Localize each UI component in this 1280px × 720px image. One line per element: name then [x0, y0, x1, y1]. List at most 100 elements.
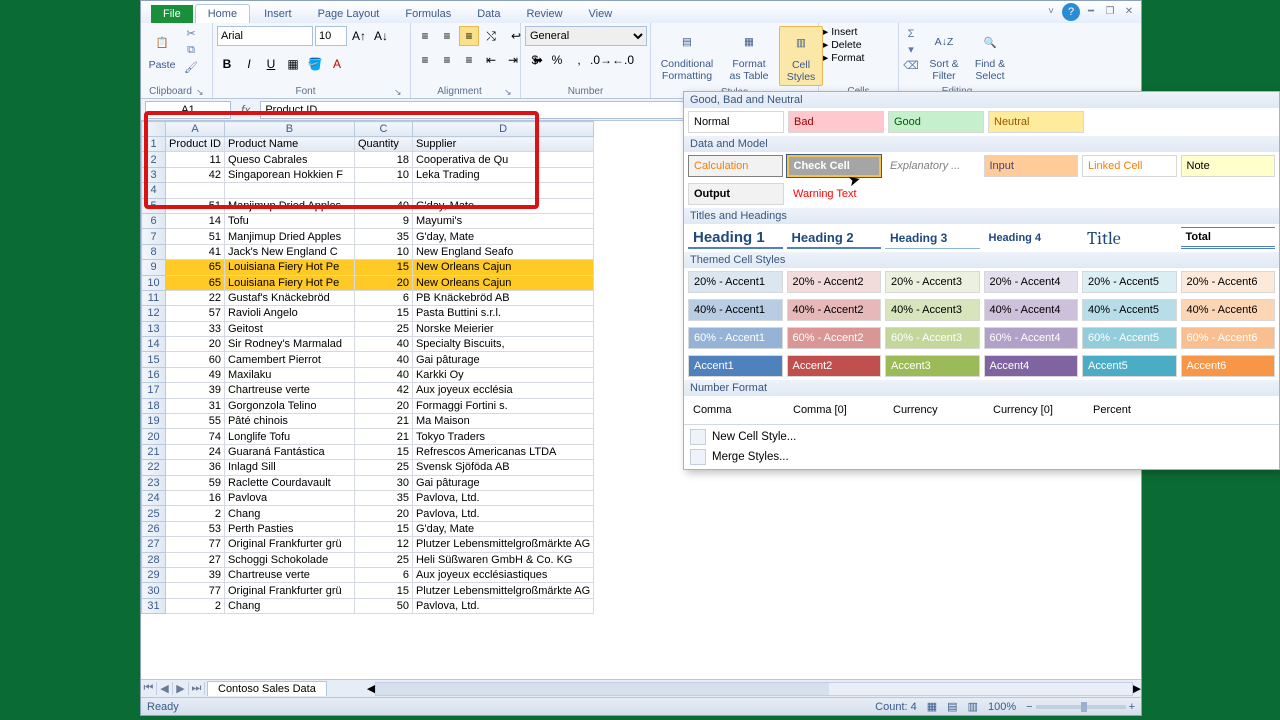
cell[interactable]	[412, 183, 593, 198]
cell[interactable]: New Orleans Cajun	[412, 275, 593, 290]
paste-button[interactable]: 📋 Paste	[145, 26, 179, 73]
font-name-select[interactable]	[217, 26, 313, 46]
cell[interactable]: G'day, Mate	[412, 229, 593, 244]
cell[interactable]: 65	[166, 260, 225, 275]
row-header[interactable]: 15	[142, 352, 166, 367]
row-header[interactable]: 30	[142, 583, 166, 598]
cell[interactable]: 33	[166, 321, 225, 336]
cell[interactable]: Leka Trading	[412, 167, 593, 182]
clear-icon[interactable]: ⌫	[903, 58, 919, 73]
style-heading3[interactable]: Heading 3	[885, 227, 980, 249]
row-header[interactable]: 31	[142, 598, 166, 613]
style-a20-2[interactable]: 20% - Accent2	[787, 271, 882, 293]
tab-file[interactable]: File	[151, 5, 193, 23]
cell[interactable]: 77	[166, 583, 225, 598]
cell[interactable]: 50	[354, 598, 412, 613]
cell[interactable]: Gustaf's Knäckebröd	[224, 290, 354, 305]
cell[interactable]: Original Frankfurter grü	[224, 583, 354, 598]
style-warning-text[interactable]: Warning Text	[788, 183, 884, 205]
conditional-formatting-button[interactable]: ▤Conditional Formatting	[655, 26, 719, 84]
align-middle-icon[interactable]: ≡	[437, 26, 457, 46]
clipboard-launcher-icon[interactable]: ↘	[196, 87, 206, 97]
cell[interactable]: Plutzer Lebensmittelgroßmärkte AG	[412, 583, 593, 598]
cell[interactable]: 20	[166, 337, 225, 352]
style-a60-6[interactable]: 60% - Accent6	[1181, 327, 1276, 349]
style-input[interactable]: Input	[984, 155, 1079, 177]
cell[interactable]: Formaggi Fortini s.	[412, 398, 593, 413]
cell-styles-button[interactable]: ▥Cell Styles	[779, 26, 823, 86]
cell[interactable]: 6	[354, 567, 412, 582]
style-comma-0[interactable]: Comma [0]	[788, 399, 884, 421]
font-size-select[interactable]	[315, 26, 347, 46]
find-select-button[interactable]: 🔍Find & Select	[969, 26, 1011, 84]
fill-color-button[interactable]: 🪣	[305, 54, 325, 74]
tab-home[interactable]: Home	[195, 4, 250, 23]
row-header[interactable]: 27	[142, 537, 166, 552]
sheet-tab[interactable]: Contoso Sales Data	[207, 681, 327, 696]
row-header[interactable]: 12	[142, 306, 166, 321]
tab-insert[interactable]: Insert	[252, 5, 304, 23]
sheet-next-icon[interactable]: ▶	[173, 682, 189, 695]
cell[interactable]: 20	[354, 398, 412, 413]
cell[interactable]: 40	[354, 337, 412, 352]
cell[interactable]: Chang	[224, 598, 354, 613]
style-calculation[interactable]: Calculation	[688, 155, 783, 177]
cell[interactable]: 77	[166, 537, 225, 552]
underline-button[interactable]: U	[261, 54, 281, 74]
cell[interactable]: Cooperativa de Qu	[412, 152, 593, 167]
increase-indent-icon[interactable]: ⇥	[503, 50, 523, 70]
col-header[interactable]: B	[224, 122, 354, 137]
fx-icon[interactable]: fx	[235, 103, 256, 117]
fill-icon[interactable]: ▾	[903, 42, 919, 57]
cell[interactable]: 25	[354, 460, 412, 475]
style-a60-5[interactable]: 60% - Accent5	[1082, 327, 1177, 349]
cell[interactable]: 41	[166, 244, 225, 259]
cell[interactable]: 65	[166, 275, 225, 290]
style-total[interactable]: Total	[1181, 227, 1276, 249]
row-header[interactable]: 17	[142, 383, 166, 398]
cell[interactable]: 21	[354, 414, 412, 429]
orientation-icon[interactable]: ⤭	[481, 26, 501, 46]
cell[interactable]: 6	[354, 290, 412, 305]
cell[interactable]: Product ID	[166, 137, 225, 152]
row-header[interactable]: 19	[142, 414, 166, 429]
cell[interactable]: 24	[166, 444, 225, 459]
cell[interactable]: Mayumi's	[412, 213, 593, 228]
merge-styles-button[interactable]: Merge Styles...	[690, 449, 1273, 465]
cell[interactable]: Manjimup Dried Apples	[224, 229, 354, 244]
cell[interactable]	[354, 183, 412, 198]
tab-formulas[interactable]: Formulas	[393, 5, 463, 23]
style-ac-3[interactable]: Accent3	[885, 355, 980, 377]
increase-decimal-icon[interactable]: .0→	[591, 50, 611, 70]
col-header[interactable]	[142, 122, 166, 137]
align-right-icon[interactable]: ≡	[459, 50, 479, 70]
cell[interactable]: 20	[354, 275, 412, 290]
row-header[interactable]: 7	[142, 229, 166, 244]
col-header[interactable]: C	[354, 122, 412, 137]
cell[interactable]: Louisiana Fiery Hot Pe	[224, 275, 354, 290]
italic-button[interactable]: I	[239, 54, 259, 74]
cell[interactable]: Original Frankfurter grü	[224, 537, 354, 552]
cell[interactable]: 9	[354, 213, 412, 228]
tab-pagelayout[interactable]: Page Layout	[306, 5, 392, 23]
cell[interactable]: Pasta Buttini s.r.l.	[412, 306, 593, 321]
border-button[interactable]: ▦	[283, 54, 303, 74]
col-header[interactable]: D	[412, 122, 593, 137]
delete-cells-button[interactable]: ▸ Delete	[823, 39, 862, 51]
window-minimize-icon[interactable]: ━	[1083, 5, 1099, 19]
window-restore-icon[interactable]: ❐	[1102, 5, 1118, 19]
style-currency-0[interactable]: Currency [0]	[988, 399, 1084, 421]
row-header[interactable]: 26	[142, 521, 166, 536]
font-launcher-icon[interactable]: ↘	[394, 87, 404, 97]
cell[interactable]: 18	[354, 152, 412, 167]
style-ac-1[interactable]: Accent1	[688, 355, 783, 377]
cell[interactable]: Aux joyeux ecclésiastiques	[412, 567, 593, 582]
style-bad[interactable]: Bad	[788, 111, 884, 133]
style-a60-2[interactable]: 60% - Accent2	[787, 327, 882, 349]
col-header[interactable]: A	[166, 122, 225, 137]
row-header[interactable]: 11	[142, 290, 166, 305]
style-check-cell[interactable]: Check Cell	[787, 155, 882, 177]
row-header[interactable]: 20	[142, 429, 166, 444]
view-layout-icon[interactable]: ▤	[947, 700, 957, 713]
style-ac-5[interactable]: Accent5	[1082, 355, 1177, 377]
